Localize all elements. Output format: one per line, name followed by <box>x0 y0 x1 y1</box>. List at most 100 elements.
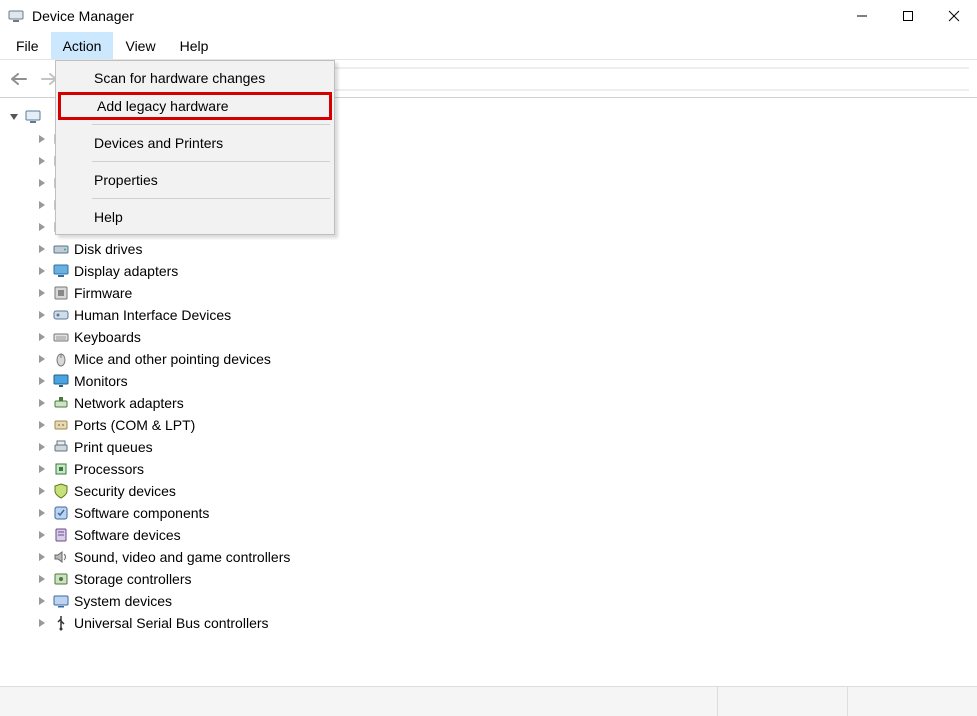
expand-icon[interactable] <box>36 135 48 143</box>
menubar: File Action View Help <box>0 32 977 60</box>
expand-icon[interactable] <box>36 421 48 429</box>
tree-item-label: Universal Serial Bus controllers <box>74 615 269 631</box>
tree-item-label: Processors <box>74 461 144 477</box>
expand-icon[interactable] <box>36 179 48 187</box>
tree-item[interactable]: Storage controllers <box>36 568 973 590</box>
tree-item-label: Ports (COM & LPT) <box>74 417 195 433</box>
tree-item[interactable]: Display adapters <box>36 260 973 282</box>
system-icon <box>52 593 70 609</box>
expand-icon[interactable] <box>36 531 48 539</box>
tree-item[interactable]: Processors <box>36 458 973 480</box>
tree-item[interactable]: Print queues <box>36 436 973 458</box>
app-icon <box>8 8 24 24</box>
computer-icon <box>24 109 42 125</box>
ports-icon <box>52 417 70 433</box>
expand-icon[interactable] <box>36 157 48 165</box>
tree-item-label: Network adapters <box>74 395 184 411</box>
menu-separator <box>92 124 330 125</box>
swcomp-icon <box>52 505 70 521</box>
tree-item-label: System devices <box>74 593 172 609</box>
expand-icon[interactable] <box>36 311 48 319</box>
menu-scan-hardware[interactable]: Scan for hardware changes <box>58 64 332 92</box>
disk-icon <box>52 241 70 257</box>
tree-item[interactable]: Monitors <box>36 370 973 392</box>
menu-separator <box>92 198 330 199</box>
tree-item-label: Monitors <box>74 373 128 389</box>
keyboard-icon <box>52 329 70 345</box>
action-dropdown: Scan for hardware changes Add legacy har… <box>55 60 335 235</box>
menu-separator <box>92 161 330 162</box>
expand-icon[interactable] <box>36 597 48 605</box>
maximize-button[interactable] <box>885 0 931 32</box>
menu-add-legacy-hardware[interactable]: Add legacy hardware <box>58 92 332 120</box>
minimize-button[interactable] <box>839 0 885 32</box>
tree-item[interactable]: Sound, video and game controllers <box>36 546 973 568</box>
expand-icon[interactable] <box>36 487 48 495</box>
security-icon <box>52 483 70 499</box>
tree-item[interactable]: Human Interface Devices <box>36 304 973 326</box>
tree-item-label: Firmware <box>74 285 132 301</box>
tree-item[interactable]: Network adapters <box>36 392 973 414</box>
menu-action[interactable]: Action <box>51 32 114 59</box>
tree-item-label: Security devices <box>74 483 176 499</box>
title-bar: Device Manager <box>0 0 977 32</box>
close-button[interactable] <box>931 0 977 32</box>
tree-item-label: Disk drives <box>74 241 142 257</box>
tree-item[interactable]: Mice and other pointing devices <box>36 348 973 370</box>
tree-item[interactable]: Security devices <box>36 480 973 502</box>
window-title: Device Manager <box>32 8 839 24</box>
tree-item-label: Storage controllers <box>74 571 192 587</box>
expand-icon[interactable] <box>36 399 48 407</box>
tree-item-label: Print queues <box>74 439 153 455</box>
cpu-icon <box>52 461 70 477</box>
expand-icon[interactable] <box>36 377 48 385</box>
expand-icon[interactable] <box>36 333 48 341</box>
expand-icon[interactable] <box>8 113 20 121</box>
network-icon <box>52 395 70 411</box>
monitor-icon <box>52 373 70 389</box>
tree-item-label: Display adapters <box>74 263 178 279</box>
tree-item[interactable]: Ports (COM & LPT) <box>36 414 973 436</box>
expand-icon[interactable] <box>36 245 48 253</box>
status-bar <box>0 686 977 716</box>
tree-item[interactable]: Disk drives <box>36 238 973 260</box>
back-button[interactable] <box>8 69 30 89</box>
menu-help[interactable]: Help <box>58 203 332 231</box>
menu-devices-printers[interactable]: Devices and Printers <box>58 129 332 157</box>
tree-item[interactable]: System devices <box>36 590 973 612</box>
tree-item-label: Mice and other pointing devices <box>74 351 271 367</box>
mouse-icon <box>52 351 70 367</box>
tree-item[interactable]: Software devices <box>36 524 973 546</box>
expand-icon[interactable] <box>36 619 48 627</box>
hid-icon <box>52 307 70 323</box>
menu-help[interactable]: Help <box>168 32 221 59</box>
expand-icon[interactable] <box>36 223 48 231</box>
expand-icon[interactable] <box>36 509 48 517</box>
display-icon <box>52 263 70 279</box>
storage-icon <box>52 571 70 587</box>
usb-icon <box>52 615 70 631</box>
sound-icon <box>52 549 70 565</box>
expand-icon[interactable] <box>36 575 48 583</box>
tree-item-label: Software components <box>74 505 209 521</box>
expand-icon[interactable] <box>36 553 48 561</box>
tree-item[interactable]: Firmware <box>36 282 973 304</box>
tree-item-label: Software devices <box>74 527 181 543</box>
tree-item-label: Human Interface Devices <box>74 307 231 323</box>
tree-item-label: Keyboards <box>74 329 141 345</box>
menu-file[interactable]: File <box>4 32 51 59</box>
tree-item-label: Sound, video and game controllers <box>74 549 290 565</box>
tree-item[interactable]: Software components <box>36 502 973 524</box>
swdev-icon <box>52 527 70 543</box>
expand-icon[interactable] <box>36 267 48 275</box>
tree-item[interactable]: Universal Serial Bus controllers <box>36 612 973 634</box>
printer-icon <box>52 439 70 455</box>
expand-icon[interactable] <box>36 289 48 297</box>
expand-icon[interactable] <box>36 443 48 451</box>
expand-icon[interactable] <box>36 201 48 209</box>
tree-item[interactable]: Keyboards <box>36 326 973 348</box>
expand-icon[interactable] <box>36 465 48 473</box>
menu-view[interactable]: View <box>113 32 167 59</box>
menu-properties[interactable]: Properties <box>58 166 332 194</box>
expand-icon[interactable] <box>36 355 48 363</box>
